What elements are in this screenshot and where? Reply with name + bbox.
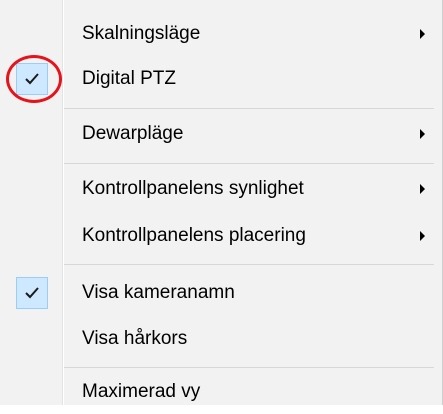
menu-item-visa-harkors[interactable]: Visa hårkors bbox=[0, 317, 443, 361]
menu-item-kontrollpanelens-placering[interactable]: Kontrollpanelens placering bbox=[0, 214, 443, 258]
menu-separator bbox=[64, 163, 434, 164]
menu-item-label: Kontrollpanelens synlighet bbox=[82, 178, 304, 199]
submenu-arrow-icon bbox=[420, 129, 425, 139]
highlight-ring bbox=[6, 55, 62, 103]
menu-separator bbox=[64, 264, 434, 265]
menu-item-label: Kontrollpanelens placering bbox=[82, 225, 306, 246]
menu-item-digital-ptz[interactable]: Digital PTZ bbox=[0, 57, 443, 101]
submenu-arrow-icon bbox=[420, 29, 425, 39]
menu-item-kontrollpanelens-synlighet[interactable]: Kontrollpanelens synlighet bbox=[0, 167, 443, 211]
menu-item-skalningslage[interactable]: Skalningsläge bbox=[0, 12, 443, 56]
menu-item-label: Skalningsläge bbox=[82, 23, 201, 44]
submenu-arrow-icon bbox=[420, 231, 425, 241]
submenu-arrow-icon bbox=[420, 184, 425, 194]
menu-item-visa-kameranamn[interactable]: Visa kameranamn bbox=[0, 271, 443, 315]
menu-item-label: Visa kameranamn bbox=[82, 282, 235, 303]
menu-item-label: Maximerad vy bbox=[82, 381, 201, 402]
menu-item-label: Dewarpläge bbox=[82, 123, 184, 144]
menu-item-dewarplage[interactable]: Dewarpläge bbox=[0, 112, 443, 156]
context-menu: Skalningsläge Digital PTZ Dewarpläge Kon… bbox=[0, 0, 443, 405]
menu-item-label: Digital PTZ bbox=[82, 68, 176, 89]
checkmark-icon bbox=[16, 277, 48, 309]
menu-item-maximerad-vy[interactable]: Maximerad vy bbox=[0, 370, 443, 414]
menu-item-label: Visa hårkors bbox=[82, 328, 188, 349]
menu-separator bbox=[64, 108, 434, 109]
menu-separator bbox=[64, 367, 434, 368]
